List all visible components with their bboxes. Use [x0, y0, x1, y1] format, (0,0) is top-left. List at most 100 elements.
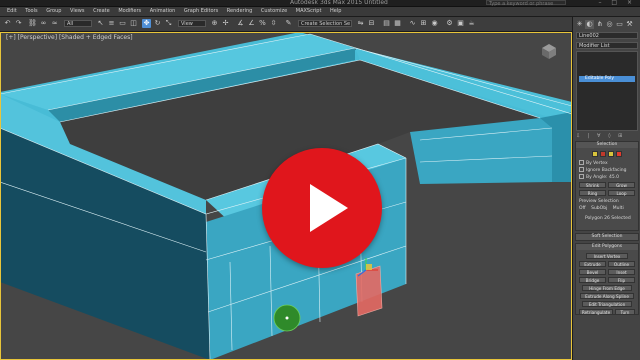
- perspective-viewport[interactable]: [+] [Perspective] [Shaded + Edged Faces]: [0, 32, 572, 360]
- ignore-backfacing-checkbox[interactable]: Ignore Backfacing: [579, 167, 626, 173]
- menu-tools[interactable]: Tools: [25, 7, 37, 16]
- menu-modifiers[interactable]: Modifiers: [118, 7, 141, 16]
- menu-animation[interactable]: Animation: [150, 7, 176, 16]
- search-input[interactable]: Type a keyword or phrase: [486, 0, 566, 7]
- modifier-stack: Editable Poly: [576, 51, 638, 131]
- soft-selection-rollout: Soft Selection: [575, 233, 639, 241]
- schematic-view-icon[interactable]: ⊞: [419, 19, 428, 28]
- selection-rollout: Selection By Vertex Ignore Backfacing By…: [575, 141, 639, 231]
- extrude-button[interactable]: Extrude: [579, 261, 606, 267]
- edit-polygons-rollout: Edit Polygons Insert Vertex Extrude Outl…: [575, 243, 639, 315]
- stack-item-editable-poly[interactable]: Editable Poly: [579, 76, 635, 82]
- insert-vertex-button[interactable]: Insert Vertex: [586, 253, 628, 259]
- menu-customize[interactable]: Customize: [261, 7, 287, 16]
- modifier-list-dropdown[interactable]: Modifier List: [576, 42, 638, 49]
- rect-selection-icon[interactable]: ▭: [118, 19, 127, 28]
- reference-coordinate-dropdown[interactable]: View: [178, 20, 206, 27]
- turn-button[interactable]: Turn: [615, 309, 635, 315]
- selection-rollout-title[interactable]: Selection: [576, 142, 638, 148]
- polygon-level-icon[interactable]: [616, 151, 622, 157]
- named-selection-dropdown[interactable]: Create Selection Se: [298, 20, 352, 27]
- layer-manager-icon[interactable]: ▤: [382, 19, 391, 28]
- select-scale-icon[interactable]: ⤡: [164, 19, 173, 28]
- edit-polygons-title[interactable]: Edit Polygons: [576, 244, 638, 250]
- by-vertex-checkbox[interactable]: By Vertex: [579, 160, 608, 166]
- viewcube-icon[interactable]: [540, 42, 558, 60]
- stack-buttons[interactable]: ⇩ | ∀ ◊ ⊞: [576, 133, 638, 139]
- grow-button[interactable]: Grow: [608, 182, 635, 188]
- material-editor-icon[interactable]: ◉: [430, 19, 439, 28]
- loop-button[interactable]: Loop: [608, 190, 635, 196]
- undo-icon[interactable]: ↶: [3, 19, 12, 28]
- edit-named-selection-icon[interactable]: ✎: [284, 19, 293, 28]
- menu-group[interactable]: Group: [46, 7, 61, 16]
- border-level-icon[interactable]: [608, 151, 614, 157]
- mirror-icon[interactable]: ⇋: [356, 19, 365, 28]
- hierarchy-tab-icon[interactable]: ⋔: [595, 20, 604, 29]
- ring-button[interactable]: Ring: [579, 190, 606, 196]
- menu-create[interactable]: Create: [93, 7, 110, 16]
- percent-snap-icon[interactable]: %: [258, 19, 267, 28]
- viewport-label[interactable]: [+] [Perspective] [Shaded + Edged Faces]: [6, 34, 133, 41]
- menu-help[interactable]: Help: [330, 7, 341, 16]
- bridge-button[interactable]: Bridge: [579, 277, 606, 283]
- by-angle-checkbox[interactable]: By Angle: 45.0: [579, 174, 619, 180]
- bind-spacewarp-icon[interactable]: ≈: [50, 19, 59, 28]
- object-name-field[interactable]: Line002: [576, 32, 638, 39]
- edit-triangulation-button[interactable]: Edit Triangulation: [582, 301, 632, 307]
- window-title: Autodesk 3ds Max 2015 Untitled: [290, 0, 388, 6]
- outline-button[interactable]: Outline: [608, 261, 635, 267]
- inset-button[interactable]: Inset: [608, 269, 635, 275]
- menu-maxscript[interactable]: MAXScript: [296, 7, 322, 16]
- spinner-snap-icon[interactable]: ⇳: [269, 19, 278, 28]
- snaps-toggle-icon[interactable]: ∡: [236, 19, 245, 28]
- bevel-button[interactable]: Bevel: [579, 269, 606, 275]
- menu-views[interactable]: Views: [70, 7, 84, 16]
- preview-subobj-radio[interactable]: SubObj: [591, 206, 607, 211]
- create-tab-icon[interactable]: ✳: [575, 20, 584, 29]
- main-toolbar: ↶ ↷ ⛓ ∞ ≈ All ↖ ≡ ▭ ◫ ✥ ↻ ⤡ View ⊕ ✢ ∡ ∠…: [0, 17, 572, 32]
- graphite-ribbon-icon[interactable]: ▦: [393, 19, 402, 28]
- preview-selection-radios[interactable]: Off SubObj Multi: [579, 206, 624, 212]
- utilities-tab-icon[interactable]: ⚒: [625, 20, 634, 29]
- preview-multi-radio[interactable]: Multi: [613, 206, 624, 211]
- window-controls[interactable]: – □ ×: [598, 0, 636, 6]
- align-icon[interactable]: ⊟: [367, 19, 376, 28]
- curve-editor-icon[interactable]: ∿: [408, 19, 417, 28]
- select-object-icon[interactable]: ↖: [96, 19, 105, 28]
- menu-graph-editors[interactable]: Graph Editors: [184, 7, 218, 16]
- motion-tab-icon[interactable]: ◎: [605, 20, 614, 29]
- retriangulate-button[interactable]: Retriangulate: [579, 309, 613, 315]
- menu-edit[interactable]: Edit: [7, 7, 17, 16]
- title-bar: Autodesk 3ds Max 2015 Untitled Type a ke…: [0, 0, 640, 7]
- display-tab-icon[interactable]: ▭: [615, 20, 624, 29]
- by-angle-value[interactable]: 45.0: [609, 175, 619, 180]
- redo-icon[interactable]: ↷: [14, 19, 23, 28]
- preview-selection-label: Preview Selection: [579, 199, 619, 204]
- selection-filter-dropdown[interactable]: All: [64, 20, 92, 27]
- render-frame-icon[interactable]: ▣: [456, 19, 465, 28]
- preview-off-radio[interactable]: Off: [579, 206, 586, 211]
- unlink-icon[interactable]: ∞: [39, 19, 48, 28]
- extrude-along-spline-button[interactable]: Extrude Along Spline: [580, 293, 634, 299]
- flip-button[interactable]: Flip: [608, 277, 635, 283]
- angle-snap-icon[interactable]: ∠: [247, 19, 256, 28]
- edge-level-icon[interactable]: [600, 151, 606, 157]
- link-icon[interactable]: ⛓: [28, 19, 37, 28]
- soft-selection-title[interactable]: Soft Selection: [576, 234, 638, 240]
- select-rotate-icon[interactable]: ↻: [153, 19, 162, 28]
- render-setup-icon[interactable]: ⚙: [445, 19, 454, 28]
- hinge-from-edge-button[interactable]: Hinge From Edge: [582, 285, 632, 291]
- select-manipulate-icon[interactable]: ✢: [221, 19, 230, 28]
- window-crossing-icon[interactable]: ◫: [129, 19, 138, 28]
- menu-rendering[interactable]: Rendering: [227, 7, 253, 16]
- render-production-icon[interactable]: ☕: [467, 19, 476, 28]
- vertex-level-icon[interactable]: [592, 151, 598, 157]
- select-by-name-icon[interactable]: ≡: [107, 19, 116, 28]
- shrink-button[interactable]: Shrink: [579, 182, 606, 188]
- video-play-button[interactable]: [262, 148, 382, 268]
- select-move-icon[interactable]: ✥: [142, 19, 151, 28]
- modify-tab-icon[interactable]: ◐: [585, 20, 594, 29]
- command-panel: ✳ ◐ ⋔ ◎ ▭ ⚒ Line002 Modifier List Editab…: [572, 17, 640, 360]
- pivot-center-icon[interactable]: ⊕: [210, 19, 219, 28]
